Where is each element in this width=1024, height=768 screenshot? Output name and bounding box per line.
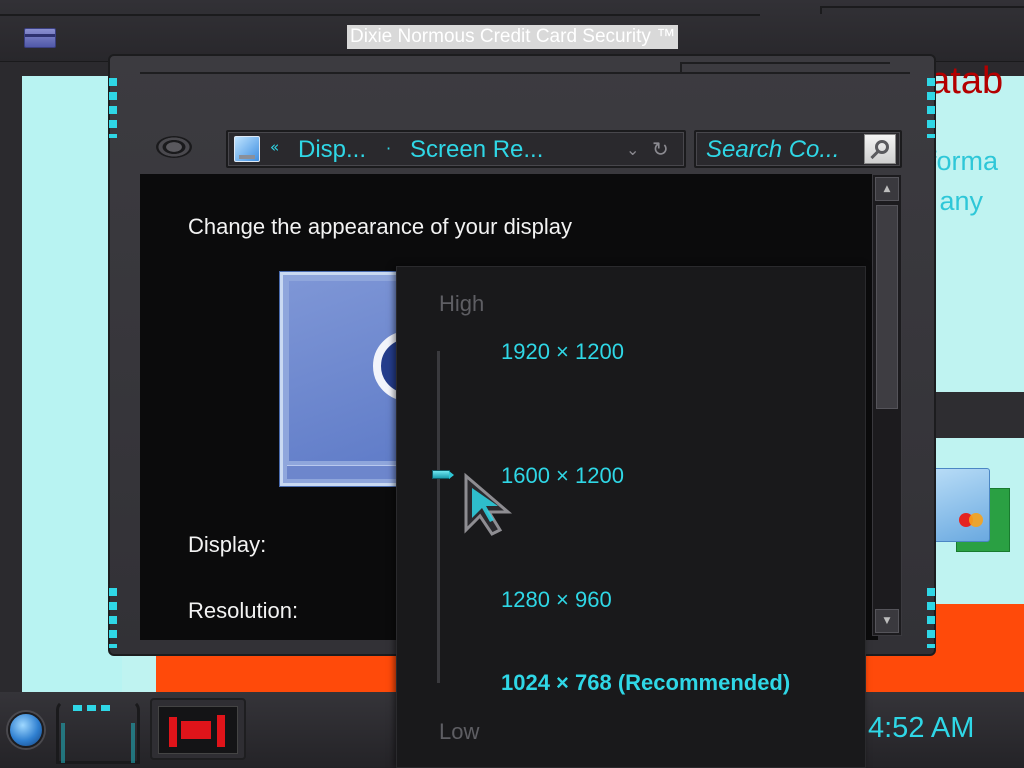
control-panel-icon [234,136,260,162]
scrollbar-thumb[interactable] [876,205,898,409]
window-led-strip [109,588,117,648]
window-led-strip [109,78,117,138]
display-label: Display: [188,532,267,557]
app-thumbnail [158,706,238,754]
titlebar-decoration-right [820,6,1024,14]
taskbar-decoration [56,700,140,764]
breadcrumb-separator: · [386,139,392,158]
taskbar-clock[interactable]: 4:52 AM [868,712,974,745]
window-frame-top-right [680,62,890,74]
resolution-slider-track[interactable] [437,351,440,683]
low-label: Low [439,719,480,744]
resolution-option-recommended[interactable]: 1024 × 768 (Recommended) [501,670,790,696]
search-button[interactable] [864,134,896,164]
vertical-scrollbar[interactable]: ▲ ▼ [872,174,902,636]
blue-card [928,468,990,542]
search-input[interactable]: Search Co... [706,136,839,164]
credit-cards-image [928,468,1010,560]
chevron-down-icon[interactable]: ⌄ [626,140,639,159]
breadcrumb-screen-resolution[interactable]: Screen Re... [410,136,543,164]
resolution-option[interactable]: 1280 × 960 [501,587,612,613]
resolution-label: Resolution: [188,598,299,623]
credit-card-icon[interactable] [24,28,56,48]
address-bar[interactable]: « Disp... · Screen Re... ⌄ ↻ [226,130,686,168]
search-box[interactable]: Search Co... [694,130,902,168]
background-left-strip [22,76,122,692]
back-navigation-icon[interactable] [156,136,192,158]
breadcrumb-overflow-chevron[interactable]: « [270,138,279,156]
mouse-cursor-icon [464,472,513,536]
start-button[interactable] [8,712,44,748]
high-label: High [439,291,485,316]
window-led-strip [927,588,935,648]
scroll-down-button[interactable]: ▼ [875,609,899,633]
refresh-icon[interactable]: ↻ [652,137,669,161]
resolution-option[interactable]: 1600 × 1200 [501,463,624,489]
scroll-up-button[interactable]: ▲ [875,177,899,201]
background-dark-band [930,392,1024,438]
resolution-option[interactable]: 1920 × 1200 [501,339,624,365]
background-app-titlebar: Dixie Normous Credit Card Security ™ [0,0,1024,62]
titlebar-decoration [0,14,760,16]
mastercard-logo-icon [959,513,985,527]
taskbar-app-button[interactable] [150,698,246,760]
window-led-strip [927,78,935,138]
breadcrumb-display[interactable]: Disp... [298,136,366,164]
page-title: Change the appearance of your display [188,214,573,239]
background-app-title: Dixie Normous Credit Card Security ™ [347,25,679,49]
resolution-slider-thumb[interactable] [432,470,454,479]
